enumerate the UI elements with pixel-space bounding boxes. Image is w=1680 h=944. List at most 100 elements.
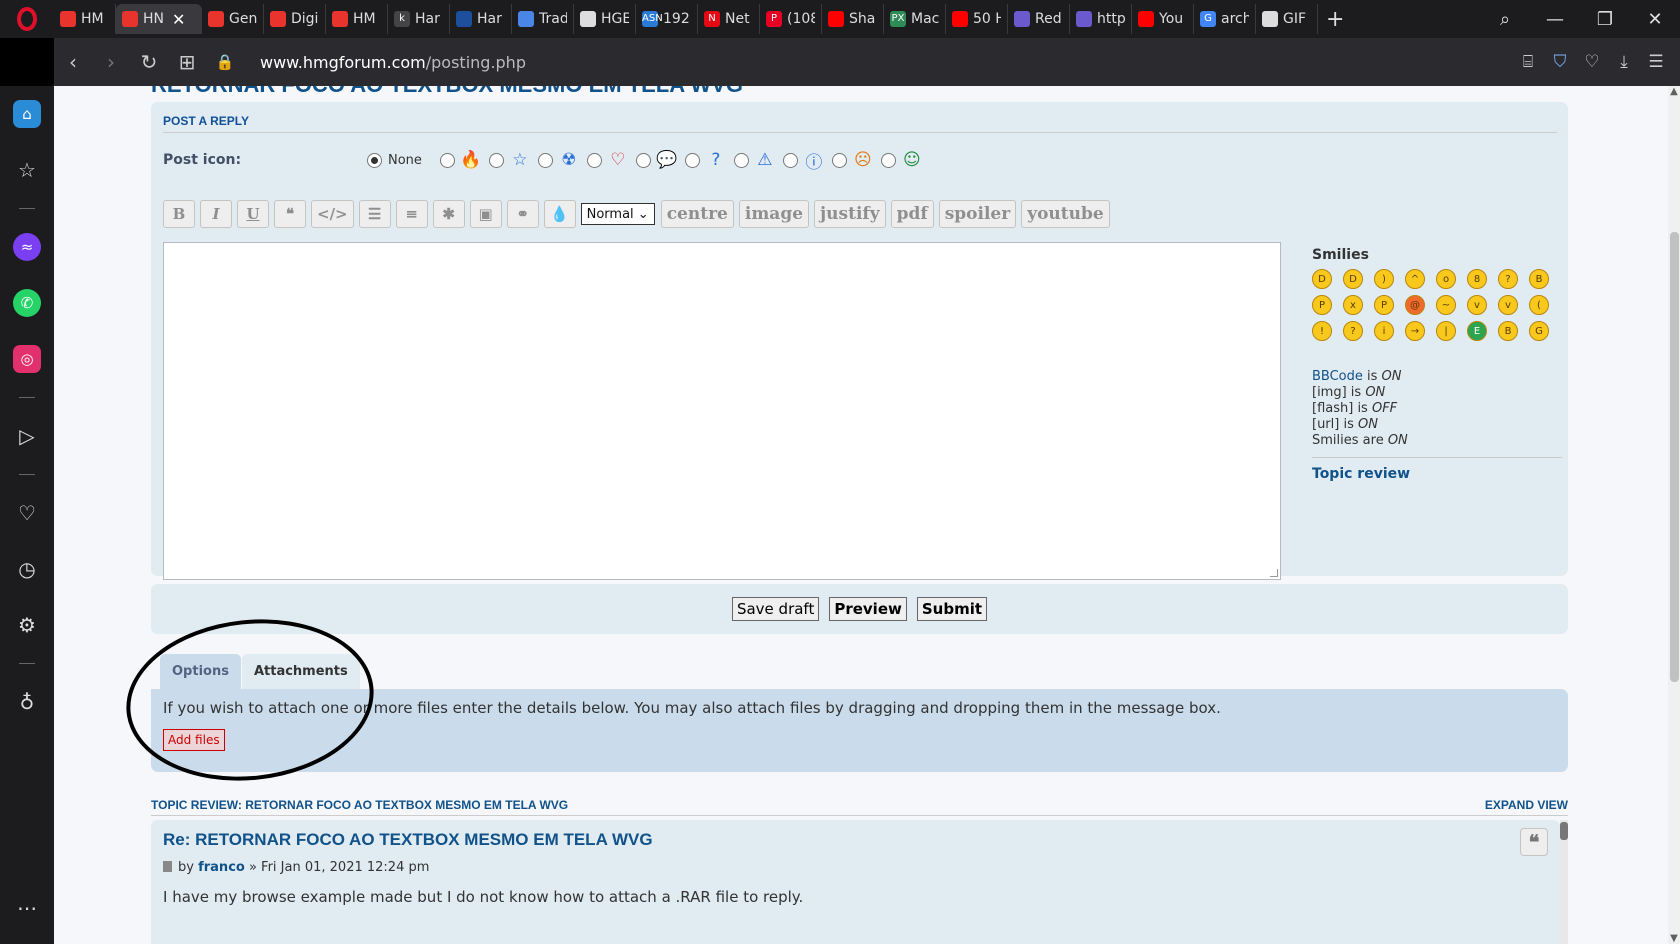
- smiley-icon[interactable]: E: [1467, 321, 1487, 341]
- tips-lightbulb-icon[interactable]: ♁: [0, 674, 54, 730]
- image-button[interactable]: image: [738, 200, 810, 228]
- smiley-icon[interactable]: (: [1529, 295, 1549, 315]
- insert-image-button[interactable]: ▣: [469, 200, 502, 228]
- radio-button[interactable]: [586, 152, 602, 168]
- settings-gear-icon[interactable]: ⚙: [0, 597, 54, 653]
- resize-handle[interactable]: [1270, 569, 1278, 577]
- radio-button[interactable]: [684, 152, 700, 168]
- youtube-button[interactable]: youtube: [1021, 200, 1110, 228]
- smiley-icon[interactable]: ?: [1498, 269, 1518, 289]
- post-icon-option[interactable]: ⚠: [733, 150, 775, 170]
- post-icon-option[interactable]: ⓘ: [782, 150, 824, 173]
- reload-icon[interactable]: ↻: [130, 50, 168, 74]
- smiley-icon[interactable]: x: [1343, 295, 1363, 315]
- new-tab-icon[interactable]: +: [1326, 7, 1344, 32]
- smiley-icon[interactable]: B: [1529, 269, 1549, 289]
- list-item-button[interactable]: ✱: [432, 200, 465, 228]
- smiley-icon[interactable]: ): [1374, 269, 1394, 289]
- topic-title[interactable]: RETORNAR FOCO AO TEXTBOX MESMO EM TELA W…: [151, 86, 743, 98]
- justify-button[interactable]: justify: [814, 200, 886, 228]
- instagram-icon[interactable]: ◎: [0, 331, 54, 387]
- browser-tab[interactable]: Har: [450, 4, 512, 34]
- radio-button[interactable]: [831, 152, 847, 168]
- bbcode-status-key[interactable]: BBCode: [1312, 369, 1363, 384]
- list-button[interactable]: ☰: [358, 200, 391, 228]
- home-icon[interactable]: ⌂: [0, 86, 54, 142]
- radio-button[interactable]: [733, 152, 749, 168]
- radio-button[interactable]: [880, 152, 896, 168]
- speed-dial-icon[interactable]: ⊞: [168, 50, 206, 74]
- post-icon-option[interactable]: 💬: [635, 150, 678, 170]
- smiley-icon[interactable]: D: [1312, 269, 1332, 289]
- post-icon-option[interactable]: ☢: [537, 150, 579, 170]
- browser-tab[interactable]: ASN 192: [636, 4, 698, 34]
- smiley-icon[interactable]: ~: [1436, 295, 1456, 315]
- close-tab-icon[interactable]: ✕: [172, 10, 185, 29]
- smiley-icon[interactable]: G: [1529, 321, 1549, 341]
- heart-icon[interactable]: ♡: [0, 485, 54, 541]
- underline-button[interactable]: U: [237, 200, 269, 228]
- close-window-icon[interactable]: ✕: [1630, 9, 1680, 30]
- radio-button[interactable]: [782, 152, 798, 168]
- save-draft-button[interactable]: Save draft: [731, 597, 820, 621]
- player-icon[interactable]: ▷: [0, 408, 54, 464]
- browser-tab[interactable]: Garch: [1194, 4, 1256, 34]
- code-button[interactable]: </>: [311, 200, 354, 228]
- centre-button[interactable]: centre: [660, 200, 734, 228]
- font-size-select[interactable]: Normal ⌄: [580, 203, 655, 225]
- post-icon-option[interactable]: 🔥: [439, 150, 482, 170]
- review-scrollbar[interactable]: [1560, 820, 1568, 944]
- smiley-icon[interactable]: v: [1498, 295, 1518, 315]
- easy-setup-icon[interactable]: ☰: [1640, 52, 1672, 72]
- post-icon-option[interactable]: ☺: [880, 150, 922, 170]
- radio-button[interactable]: [439, 152, 455, 168]
- browser-tab[interactable]: P (108: [760, 4, 822, 34]
- opera-logo-icon[interactable]: [0, 0, 54, 38]
- browser-tab[interactable]: HM: [54, 4, 116, 34]
- post-icon-option[interactable]: ♡: [586, 150, 628, 170]
- smiley-icon[interactable]: |: [1436, 321, 1456, 341]
- radio-button[interactable]: [635, 152, 651, 168]
- smiley-icon[interactable]: i: [1374, 321, 1394, 341]
- browser-tab[interactable]: You: [1132, 4, 1194, 34]
- quote-button[interactable]: ❝: [274, 200, 306, 228]
- radio-button[interactable]: [537, 152, 553, 168]
- post-icon-option[interactable]: ☆: [488, 150, 530, 170]
- preview-button[interactable]: Preview: [829, 597, 907, 621]
- browser-tab[interactable]: 50 H: [946, 4, 1008, 34]
- expand-view-link[interactable]: EXPAND VIEW: [1485, 798, 1568, 812]
- smiley-icon[interactable]: B: [1498, 321, 1518, 341]
- pdf-button[interactable]: pdf: [890, 200, 934, 228]
- browser-tab[interactable]: N Net: [698, 4, 760, 34]
- smiley-icon[interactable]: ?: [1343, 321, 1363, 341]
- browser-tab[interactable]: Digi: [264, 4, 326, 34]
- review-scroll-thumb[interactable]: [1560, 822, 1568, 840]
- browser-tab[interactable]: k Har: [388, 4, 450, 34]
- bold-button[interactable]: B: [163, 200, 195, 228]
- browser-tab[interactable]: Red: [1008, 4, 1070, 34]
- bookmarks-icon[interactable]: ☆: [0, 142, 54, 198]
- back-icon[interactable]: ‹: [54, 50, 92, 74]
- forward-icon[interactable]: ›: [92, 50, 130, 74]
- post-icon-option[interactable]: ?: [684, 150, 726, 170]
- whatsapp-icon[interactable]: ✆: [0, 275, 54, 331]
- radio-button[interactable]: [367, 152, 382, 168]
- numbered-list-button[interactable]: ≡: [395, 200, 428, 228]
- browser-tab[interactable]: HN ✕: [116, 4, 202, 34]
- smiley-icon[interactable]: !: [1312, 321, 1332, 341]
- scroll-down-icon[interactable]: ▼: [1668, 933, 1680, 944]
- smiley-icon[interactable]: @: [1405, 295, 1425, 315]
- radio-button[interactable]: [488, 152, 504, 168]
- browser-tab[interactable]: http: [1070, 4, 1132, 34]
- download-icon[interactable]: ⤓: [1608, 52, 1640, 72]
- topic-review-link[interactable]: Topic review: [1312, 457, 1562, 482]
- page-scrollbar[interactable]: ▲ ▼: [1668, 86, 1680, 944]
- post-icon-option[interactable]: ☹: [831, 150, 873, 170]
- vpn-shield-icon[interactable]: ⛉: [1544, 52, 1576, 72]
- url-field[interactable]: www.hmgforum.com/posting.php: [260, 53, 526, 72]
- browser-tab[interactable]: Sha: [822, 4, 884, 34]
- page-scroll-thumb[interactable]: [1670, 232, 1679, 682]
- quote-icon[interactable]: ❝: [1520, 828, 1548, 856]
- smiley-icon[interactable]: ^: [1405, 269, 1425, 289]
- post-document-icon[interactable]: [163, 861, 172, 872]
